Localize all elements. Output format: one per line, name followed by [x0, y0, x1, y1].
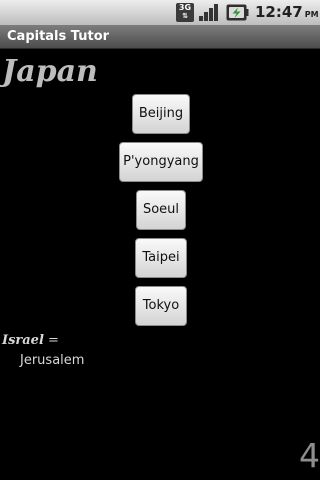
- clock: 12:47 PM: [255, 3, 319, 24]
- equals-sign: =: [43, 333, 59, 348]
- choice-button-taipei[interactable]: Taipei: [135, 238, 187, 278]
- choice-button-beijing[interactable]: Beijing: [132, 94, 190, 134]
- previous-country: Israel: [2, 333, 44, 348]
- previous-answer: Jerusalem: [20, 353, 85, 368]
- clock-ampm: PM: [304, 10, 319, 19]
- app-title-bar: Capitals Tutor: [0, 25, 320, 49]
- 3g-icon: 3G ⇅: [176, 3, 194, 22]
- score-counter: 4: [299, 436, 320, 475]
- previous-question: Israel =: [2, 332, 59, 349]
- battery-charging-icon: [226, 4, 249, 21]
- network-arrows: ⇅: [182, 12, 188, 20]
- network-type: 3G: [178, 3, 192, 12]
- app-title: Capitals Tutor: [7, 29, 110, 44]
- signal-icon: [199, 4, 218, 21]
- question-country: Japan: [2, 54, 98, 89]
- clock-time: 12:47: [255, 3, 303, 21]
- status-bar: 3G ⇅ 12:47 PM: [0, 0, 320, 25]
- choice-button-tokyo[interactable]: Tokyo: [135, 286, 187, 326]
- choice-button-soeul[interactable]: Soeul: [136, 190, 186, 230]
- choice-button-pyongyang[interactable]: P'yongyang: [119, 142, 203, 182]
